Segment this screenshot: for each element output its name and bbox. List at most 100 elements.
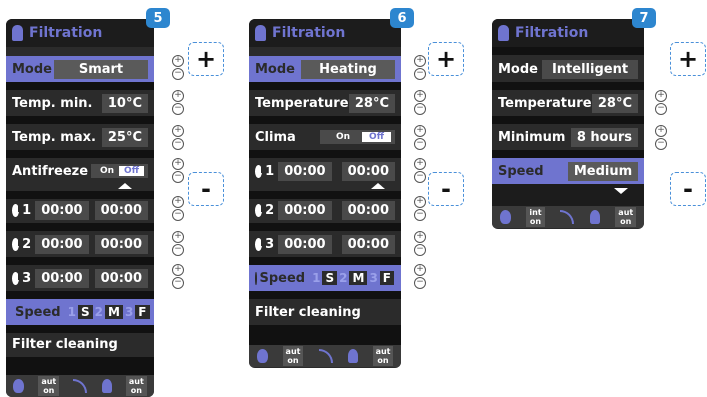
light-icon[interactable] (101, 379, 112, 393)
timer-row-3[interactable]: 3 00:00 00:00 (249, 231, 401, 257)
temperature-row[interactable]: Temperature 28°C (492, 90, 644, 116)
light-status[interactable]: aut on (372, 346, 394, 366)
small-plus-icon[interactable]: + (172, 231, 184, 243)
minus-button[interactable]: - (188, 172, 224, 206)
antifreeze-row[interactable]: Antifreeze On Off (6, 158, 154, 184)
small-plus-icon[interactable]: + (172, 158, 184, 170)
mode-row[interactable]: Mode Intelligent (492, 56, 644, 82)
timer-start[interactable]: 00:00 (35, 268, 89, 288)
mode-row[interactable]: Mode Heating (249, 56, 401, 82)
minus-button[interactable]: - (670, 172, 706, 206)
temperature-value[interactable]: 28°C (591, 93, 638, 113)
speed-option[interactable]: S (77, 305, 93, 319)
small-minus-icon[interactable]: − (414, 277, 426, 289)
timer-row-3[interactable]: 3 00:00 00:00 (6, 265, 154, 291)
small-plus-icon[interactable]: + (414, 125, 426, 137)
small-minus-icon[interactable]: − (414, 68, 426, 80)
small-minus-icon[interactable]: − (414, 138, 426, 150)
timer-end[interactable]: 00:00 (341, 200, 395, 220)
speed-row[interactable]: Speed 1 S 2 M 3 F (249, 265, 401, 291)
timer-row-2[interactable]: 2 00:00 00:00 (6, 231, 154, 257)
temp-max-value[interactable]: 25°C (101, 127, 148, 147)
timer-end[interactable]: 00:00 (341, 234, 395, 254)
filter-cleaning-row[interactable]: Filter cleaning (249, 299, 401, 325)
temp-min-value[interactable]: 10°C (101, 93, 148, 113)
small-plus-icon[interactable]: + (414, 264, 426, 276)
plus-button[interactable]: + (428, 42, 464, 76)
clima-toggle[interactable]: On Off (319, 130, 395, 144)
timer-end[interactable]: 00:00 (94, 234, 148, 254)
timer-end[interactable]: 00:00 (341, 161, 395, 181)
speed-option[interactable]: M (349, 271, 368, 285)
speed-option[interactable]: S (322, 271, 338, 285)
signal-icon[interactable] (318, 349, 333, 363)
plus-button[interactable]: + (670, 42, 706, 76)
small-plus-icon[interactable]: + (172, 90, 184, 102)
plus-button[interactable]: + (188, 42, 224, 76)
mode-value[interactable]: Intelligent (542, 59, 638, 79)
speed-row[interactable]: Speed 1 S 2 M 3 F (6, 299, 154, 325)
signal-icon[interactable] (73, 379, 88, 393)
mode-row[interactable]: Mode Smart (6, 56, 154, 82)
mode-value[interactable]: Smart (54, 59, 148, 79)
small-minus-icon[interactable]: − (655, 138, 667, 150)
minimum-row[interactable]: Minimum 8 hours (492, 124, 644, 150)
speed-option[interactable]: F (135, 305, 150, 319)
temp-min-row[interactable]: Temp. min. 10°C (6, 90, 154, 116)
small-plus-icon[interactable]: + (172, 196, 184, 208)
timer-row-2[interactable]: 2 00:00 00:00 (249, 197, 401, 223)
timer-end[interactable]: 00:00 (94, 268, 148, 288)
int-status[interactable]: int on (526, 207, 545, 227)
light-status[interactable]: aut on (615, 207, 637, 227)
clima-row[interactable]: Clima On Off (249, 124, 401, 150)
temperature-value[interactable]: 28°C (348, 93, 395, 113)
small-minus-icon[interactable]: − (172, 244, 184, 256)
small-minus-icon[interactable]: − (172, 171, 184, 183)
temperature-row[interactable]: Temperature 28°C (249, 90, 401, 116)
speed-option[interactable]: F (379, 271, 394, 285)
timer-start[interactable]: 00:00 (35, 200, 89, 220)
small-minus-icon[interactable]: − (172, 277, 184, 289)
small-plus-icon[interactable]: + (655, 90, 667, 102)
light-icon[interactable] (347, 349, 358, 363)
speed-option[interactable]: M (104, 305, 123, 319)
timer-start[interactable]: 00:00 (35, 234, 89, 254)
antifreeze-toggle[interactable]: On Off (90, 164, 148, 178)
auto-status[interactable]: aut on (282, 346, 304, 366)
timer-end[interactable]: 00:00 (94, 200, 148, 220)
filtration-icon[interactable] (499, 210, 511, 224)
speed-row[interactable]: Speed Medium (492, 158, 644, 184)
filter-cleaning-row[interactable]: Filter cleaning (6, 331, 154, 357)
speed-value[interactable]: Medium (568, 161, 638, 181)
light-status[interactable]: aut on (125, 376, 147, 396)
auto-status[interactable]: aut on (38, 376, 60, 396)
small-minus-icon[interactable]: − (172, 138, 184, 150)
small-plus-icon[interactable]: + (172, 264, 184, 276)
small-plus-icon[interactable]: + (655, 125, 667, 137)
small-minus-icon[interactable]: − (414, 209, 426, 221)
small-minus-icon[interactable]: − (414, 244, 426, 256)
light-icon[interactable] (589, 210, 600, 224)
small-plus-icon[interactable]: + (172, 125, 184, 137)
small-minus-icon[interactable]: − (172, 209, 184, 221)
minimum-value[interactable]: 8 hours (570, 127, 638, 147)
small-minus-icon[interactable]: − (172, 103, 184, 115)
small-plus-icon[interactable]: + (414, 196, 426, 208)
small-minus-icon[interactable]: − (414, 171, 426, 183)
mode-value[interactable]: Heating (301, 59, 395, 79)
small-minus-icon[interactable]: − (655, 103, 667, 115)
small-plus-icon[interactable]: + (414, 158, 426, 170)
small-plus-icon[interactable]: + (172, 55, 184, 67)
filtration-icon[interactable] (13, 379, 25, 393)
timer-start[interactable]: 00:00 (278, 200, 332, 220)
small-plus-icon[interactable]: + (414, 55, 426, 67)
timer-row-1[interactable]: 1 00:00 00:00 (249, 158, 401, 184)
small-plus-icon[interactable]: + (414, 90, 426, 102)
minus-button[interactable]: - (428, 172, 464, 206)
temp-max-row[interactable]: Temp. max. 25°C (6, 124, 154, 150)
small-plus-icon[interactable]: + (414, 231, 426, 243)
small-minus-icon[interactable]: − (414, 103, 426, 115)
timer-row-1[interactable]: 1 00:00 00:00 (6, 197, 154, 223)
timer-start[interactable]: 00:00 (278, 234, 332, 254)
timer-start[interactable]: 00:00 (278, 161, 332, 181)
